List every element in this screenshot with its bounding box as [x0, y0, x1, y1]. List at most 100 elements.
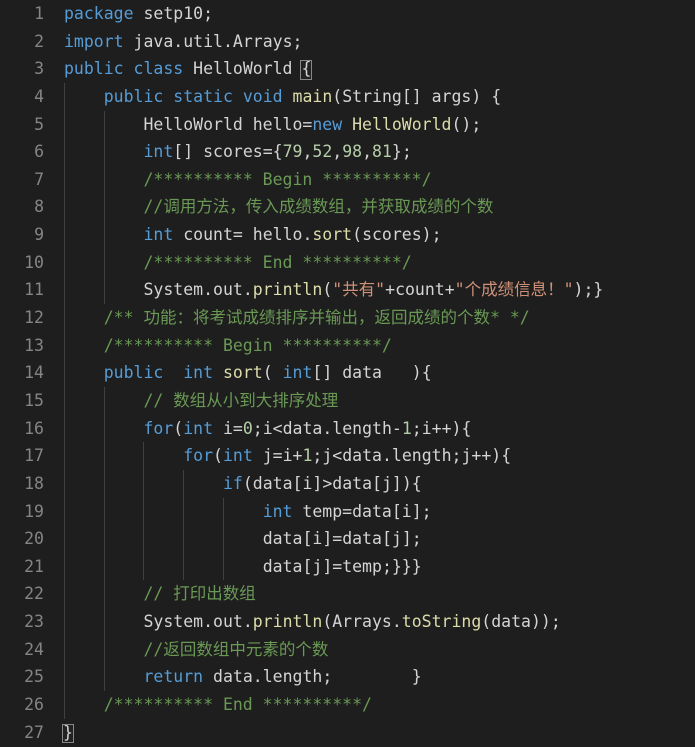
token-num: 98 [342, 142, 363, 162]
code-line[interactable]: 3 public class HelloWorld { [0, 55, 695, 83]
token-pn: . [391, 612, 402, 632]
bracket-match-highlight: { [300, 59, 313, 80]
code-line[interactable]: 16 for(int i=0;i<data.length-1;i++){ [0, 414, 695, 443]
line-text: public static void main(String[] args) { [64, 83, 695, 111]
token-pn: , [302, 142, 313, 162]
token-id: data [262, 556, 303, 576]
token-fn: toString [401, 612, 482, 632]
line-text: public int sort( int[] data ){ [64, 359, 695, 387]
code-line[interactable]: 8 //调用方法，传入成绩数组，并获取成绩的个数 [0, 193, 695, 222]
token-kw: public [103, 363, 164, 383]
code-line[interactable]: 14 public int sort( int[] data ){ [0, 359, 695, 387]
code-line[interactable]: 9 int count= hello.sort(scores); [0, 221, 695, 249]
token-kw: return [143, 667, 204, 687]
token-id: scores [362, 225, 422, 245]
line-number: 27 [24, 722, 44, 742]
token-pn: . [322, 418, 333, 438]
line-text: if(data[i]>data[j]){ [64, 470, 695, 498]
token-id: i [401, 501, 412, 521]
token-kw: new [312, 114, 343, 134]
token-pn: ) { [471, 86, 502, 106]
token-pn: )); [530, 612, 561, 632]
code-line[interactable]: 11 System.out.println("共有"+count+"个成绩信息！… [0, 276, 695, 305]
token-pn: [ [292, 473, 303, 493]
token-pn: ( [352, 225, 363, 245]
token-id: System [64, 612, 204, 632]
token-pn: [ [381, 529, 392, 549]
token-kw: class [133, 59, 184, 79]
token-kw: int [143, 142, 174, 162]
code-line[interactable]: 4 public static void main(String[] args)… [0, 82, 695, 111]
token-id: j [381, 473, 392, 493]
token-pn: - [391, 418, 402, 438]
token-pn: [] [401, 86, 432, 106]
line-number: 14 [24, 363, 44, 383]
token-pn: [ [391, 501, 402, 521]
code-line[interactable]: 19 int temp=data[i]; [0, 497, 695, 526]
token-id: Arrays [332, 612, 392, 632]
code-editor[interactable]: 1 package setp10; 2 import java.util.Arrays… [0, 0, 695, 747]
code-line[interactable]: 21 data[j]=temp;}}} [0, 552, 695, 581]
token-id: out [213, 612, 243, 632]
code-line[interactable]: 20 data[i]=data[j]; [0, 525, 695, 553]
token-id [64, 502, 263, 521]
code-line[interactable]: 26 /********** End **********/ [0, 691, 695, 719]
code-line[interactable]: 2 import java.util.Arrays; [0, 28, 695, 56]
token-id [64, 446, 183, 465]
token-id: args [431, 86, 472, 106]
token-pn: [] [173, 142, 204, 162]
token-num: 79 [282, 142, 303, 162]
line-number: 13 [24, 335, 44, 355]
token-str: "共有" [332, 280, 386, 300]
token-id: setp10 [133, 4, 204, 23]
code-line[interactable]: 17 for(int j=i+1;j<data.length;j++){ [0, 442, 695, 470]
line-number: 19 [24, 501, 44, 521]
token-id: data [491, 612, 531, 632]
token-pn: . [203, 612, 214, 632]
code-line[interactable]: 18 if(data[i]>data[j]){ [0, 469, 695, 498]
code-line[interactable]: 24 //返回数组中元素的个数 [0, 635, 695, 664]
code-line[interactable]: 5 HelloWorld hello=new HelloWorld(); [0, 110, 695, 139]
token-id [64, 363, 104, 382]
editor-code-area[interactable]: 1 package setp10; 2 import java.util.Arrays… [0, 0, 695, 747]
token-pn: [ [302, 529, 313, 549]
code-line[interactable]: 7 /********** Begin **********/ [0, 165, 695, 194]
line-number: 5 [34, 114, 44, 134]
line-number: 7 [34, 169, 44, 189]
token-id: i [262, 418, 273, 438]
token-kw: static [173, 86, 233, 106]
line-text: data[i]=data[j]; [64, 525, 695, 553]
code-line[interactable]: 12 /** 功能：将考试成绩排序并输出，返回成绩的个数* */ [0, 304, 695, 332]
line-text: } [62, 719, 695, 747]
token-pn: ; [312, 446, 323, 466]
token-id: data [203, 667, 253, 687]
line-text: return data.length; } [64, 663, 695, 691]
code-line[interactable]: 22 // 打印出数组 [0, 580, 695, 609]
token-id: out [213, 280, 243, 300]
token-fn: main [282, 86, 333, 106]
code-line[interactable]: 27} [0, 719, 695, 747]
line-number: 18 [24, 473, 44, 493]
token-id [64, 667, 143, 686]
token-pn: [] [312, 363, 343, 383]
token-kw: public [64, 59, 124, 79]
code-line[interactable]: 6 int[] scores={79,52,98,81}; [0, 138, 695, 166]
code-line[interactable]: 23 System.out.println(Arrays.toString(da… [0, 608, 695, 636]
token-pn: ( [322, 280, 333, 300]
line-number: 2 [34, 31, 44, 51]
code-line[interactable]: 10 /********** End **********/ [0, 248, 695, 277]
token-pn: ( [332, 86, 343, 106]
token-id [64, 474, 223, 493]
code-line[interactable]: 25 return data.length; } [0, 663, 695, 692]
token-cmt: // 数组从小到大排序处理 [64, 390, 339, 410]
token-pn: ]= [322, 556, 343, 576]
token-id: HelloWorld [183, 59, 303, 79]
token-cmt: /********** End **********/ [64, 252, 412, 272]
code-line[interactable]: 13 /********** Begin **********/ [0, 331, 695, 360]
token-pn: ]= [322, 529, 343, 549]
token-kw: int [222, 446, 253, 466]
code-line[interactable]: 15 // 数组从小到大排序处理 [0, 386, 695, 415]
token-cmt: /********** End **********/ [64, 695, 372, 715]
code-line[interactable]: 1 package setp10; [0, 0, 695, 28]
token-pn: , [332, 142, 343, 162]
